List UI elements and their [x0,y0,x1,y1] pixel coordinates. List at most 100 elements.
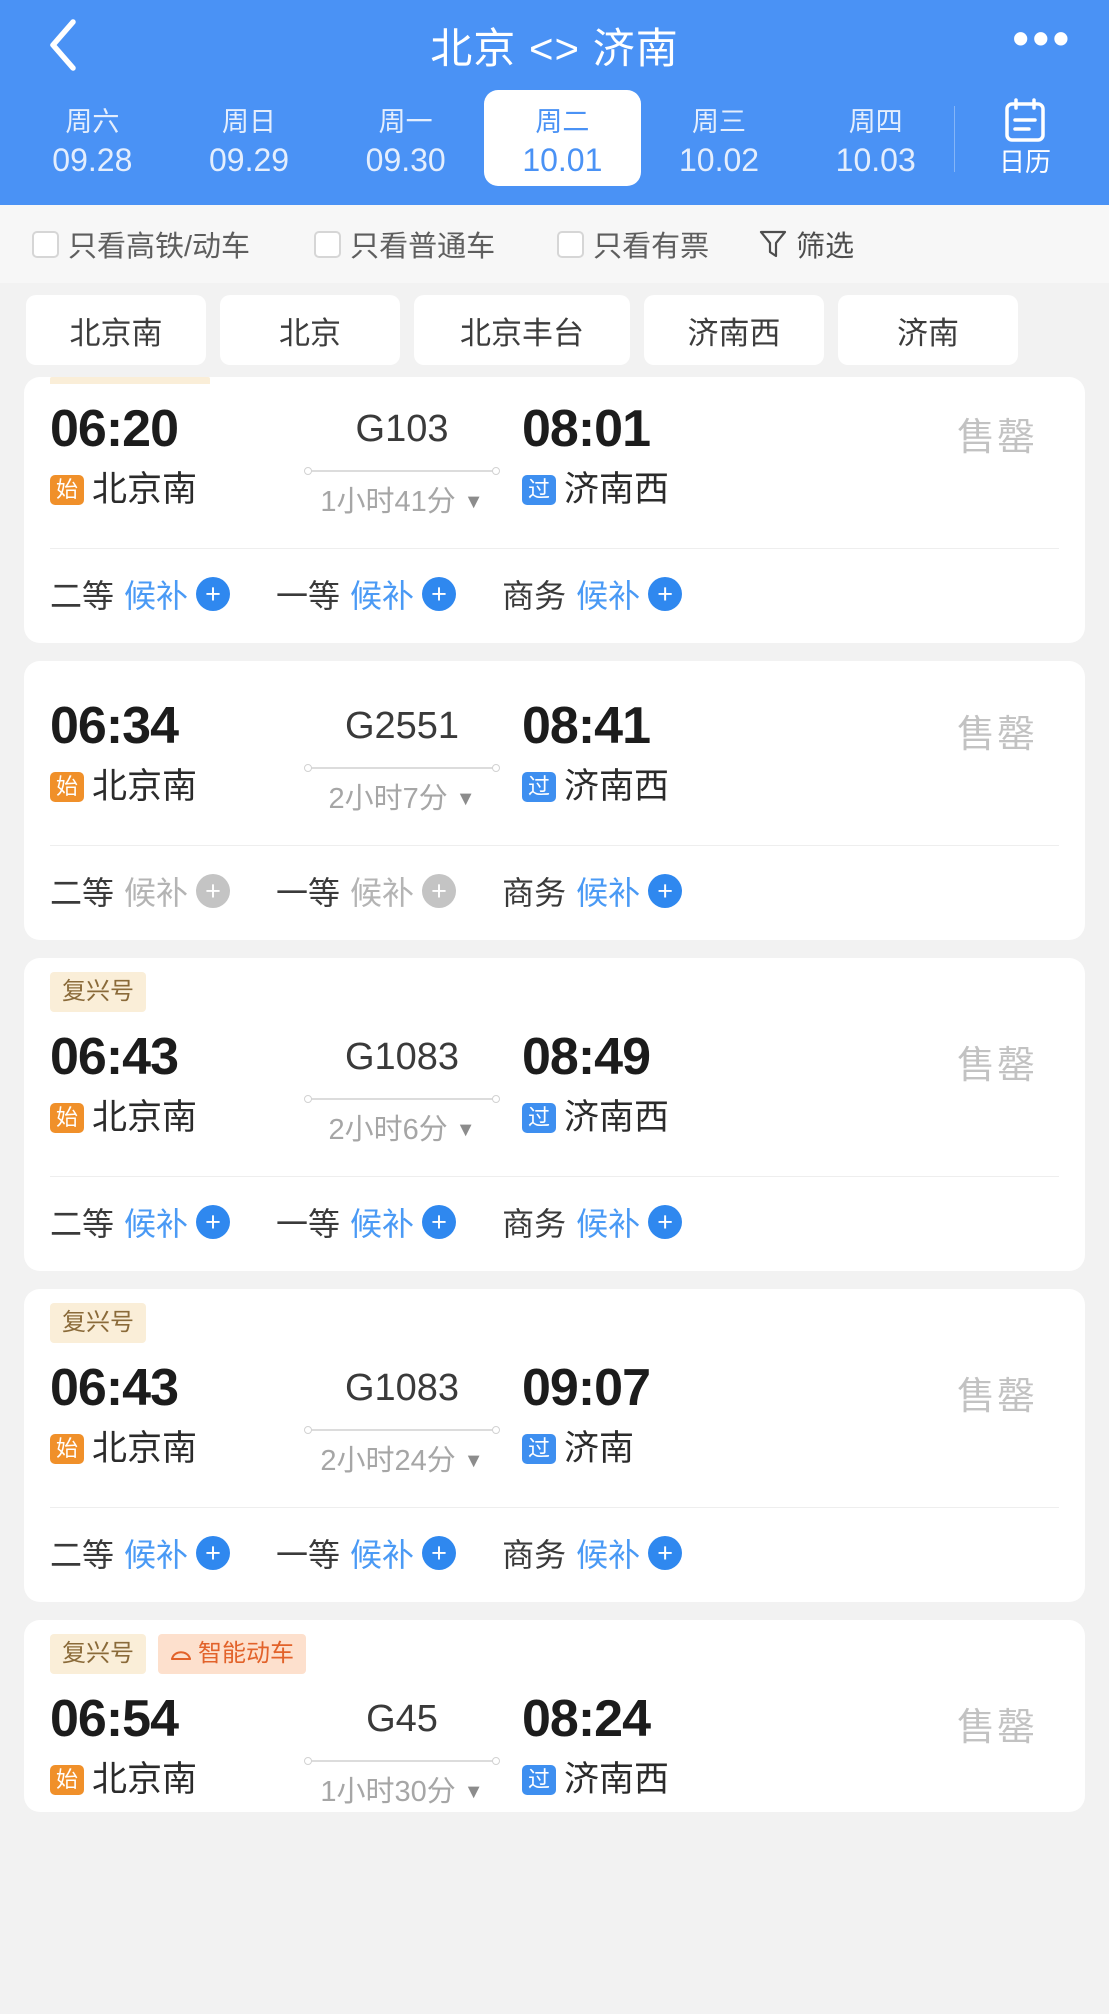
back-button[interactable] [36,18,90,72]
seat-option-first-class[interactable]: 一等 候补 + [276,1530,457,1576]
seat-status: 候补 [576,875,641,911]
depart-time: 06:43 [50,1359,179,1417]
arrive-station-name: 济南 [564,1429,635,1468]
more-options-button[interactable]: ••• [1013,15,1073,62]
arrive-column: 08:01 过 济南西 [522,398,790,510]
add-waitlist-icon[interactable]: + [422,577,457,611]
pass-station-badge: 过 [522,1103,557,1133]
arrive-station-name: 济南西 [564,470,670,509]
date-item-0[interactable]: 周六 09.28 [14,90,171,186]
start-station-badge: 始 [50,1765,85,1795]
filter-available-only-checkbox[interactable]: 只看有票 [557,223,709,265]
train-card[interactable]: 复兴号 06:43 始 北京南 G1083 2小时6分 ▼ 08:49 过 济南… [24,958,1085,1271]
train-card[interactable]: 06:34 始 北京南 G2551 2小时7分 ▼ 08:41 过 济南西 售罄… [24,661,1085,940]
status-badge: 售罄 [956,1707,1037,1749]
seat-option-second-class[interactable]: 二等 候补 + [50,868,231,914]
depart-station-name: 北京南 [92,470,198,509]
depart-station-line: 始 北京南 [50,470,282,510]
price-column: 售罄 [790,1026,1059,1090]
start-station-badge: 始 [50,772,85,802]
add-waitlist-icon[interactable]: + [422,874,457,908]
date-number: 10.02 [678,142,760,178]
station-chip-3[interactable]: 济南西 [644,295,824,365]
date-item-4[interactable]: 周三 10.02 [641,90,798,186]
station-chip-1[interactable]: 北京 [220,295,400,365]
seat-class-row: 二等 候补 + 一等 候补 + 商务 候补 + [24,1508,1085,1602]
checkbox-icon[interactable] [32,230,59,258]
nav-bar: 北京 <> 济南 ••• [0,0,1109,90]
station-chip-4[interactable]: 济南 [838,295,1018,365]
add-waitlist-icon[interactable]: + [196,577,231,611]
add-waitlist-icon[interactable]: + [648,1536,683,1570]
arrive-column: 08:49 过 济南西 [522,1026,790,1138]
station-chip-0[interactable]: 北京南 [26,295,206,365]
train-card[interactable]: 复兴号 智能动车 06:54 始 北京南 G45 1小时30分 ▼ 08:24 … [24,1620,1085,1812]
date-item-5[interactable]: 周四 10.03 [797,90,954,186]
app-header: 北京 <> 济南 ••• 周六 09.28 周日 09.29 周一 09.30 … [0,0,1109,205]
date-number: 09.30 [365,142,446,178]
funnel-icon [759,229,787,259]
seat-label: 一等 [276,1537,341,1573]
add-waitlist-icon[interactable]: + [648,577,683,611]
seat-option-second-class[interactable]: 二等 候补 + [50,1199,231,1245]
station-chip-2[interactable]: 北京丰台 [414,295,630,365]
seat-label: 二等 [50,875,115,911]
seat-option-second-class[interactable]: 二等 候补 + [50,1530,231,1576]
arrive-station-line: 过 济南西 [522,767,790,807]
seat-label: 商务 [502,1206,567,1242]
depart-station-line: 始 北京南 [50,1429,282,1469]
seat-label: 二等 [50,1537,115,1573]
train-card[interactable]: 复兴号 06:43 始 北京南 G1083 2小时24分 ▼ 09:07 过 济… [24,1289,1085,1602]
add-waitlist-icon[interactable]: + [648,1205,683,1239]
date-number: 10.01 [522,142,603,178]
seat-option-business-class[interactable]: 商务 候补 + [502,868,683,914]
seat-option-second-class[interactable]: 二等 候补 + [50,571,231,617]
duration-toggle[interactable]: 2小时24分 ▼ [320,1441,483,1481]
seat-option-business-class[interactable]: 商务 候补 + [502,1530,683,1576]
calendar-icon [1005,98,1045,142]
date-item-2[interactable]: 周一 09.30 [327,90,484,186]
add-waitlist-icon[interactable]: + [196,1205,231,1239]
filter-normal-train-checkbox[interactable]: 只看普通车 [314,223,495,265]
duration-toggle[interactable]: 1小时41分 ▼ [320,482,483,522]
duration-text: 2小时24分 [320,1445,456,1477]
duration-toggle[interactable]: 1小时30分 ▼ [320,1772,483,1812]
duration-text: 2小时7分 [328,783,448,815]
filter-hsr-checkbox[interactable]: 只看高铁/动车 [32,223,250,265]
station-filter-chips[interactable]: 北京南 北京 北京丰台 济南西 济南 [0,283,1109,377]
add-waitlist-icon[interactable]: + [422,1205,457,1239]
filter-sort-button[interactable]: 筛选 [759,223,854,265]
date-item-1[interactable]: 周日 09.29 [171,90,328,186]
depart-station-name: 北京南 [92,1429,198,1468]
add-waitlist-icon[interactable]: + [648,874,683,908]
train-tag-row: 复兴号 [24,958,1085,1012]
chevron-down-icon: ▼ [455,788,476,810]
seat-option-first-class[interactable]: 一等 候补 + [276,868,457,914]
checkbox-icon[interactable] [314,230,342,258]
depart-time: 06:43 [50,1028,179,1086]
seat-label: 商务 [502,578,567,614]
pass-station-badge: 过 [522,475,557,505]
seat-option-first-class[interactable]: 一等 候补 + [276,571,457,617]
depart-station-line: 始 北京南 [50,767,282,807]
seat-label: 二等 [50,1206,115,1242]
calendar-button[interactable]: 日历 [955,90,1095,186]
train-card[interactable]: 06:20 始 北京南 G103 1小时41分 ▼ 08:01 过 济南西 售罄… [24,377,1085,643]
price-column: 售罄 [790,1688,1059,1752]
checkbox-icon[interactable] [557,230,585,258]
seat-option-first-class[interactable]: 一等 候补 + [276,1199,457,1245]
seat-option-business-class[interactable]: 商务 候补 + [502,571,683,617]
depart-time: 06:54 [50,1690,179,1748]
seat-option-business-class[interactable]: 商务 候补 + [502,1199,683,1245]
depart-station-name: 北京南 [92,1098,198,1137]
chevron-down-icon: ▼ [455,1119,476,1141]
add-waitlist-icon[interactable]: + [196,874,231,908]
date-item-3-selected[interactable]: 周二 10.01 [484,90,641,186]
arrive-time: 08:49 [522,1028,651,1086]
duration-toggle[interactable]: 2小时7分 ▼ [328,779,475,819]
start-station-badge: 始 [50,1103,85,1133]
date-dow: 周四 [848,107,903,137]
duration-toggle[interactable]: 2小时6分 ▼ [328,1110,475,1150]
add-waitlist-icon[interactable]: + [196,1536,231,1570]
add-waitlist-icon[interactable]: + [422,1536,457,1570]
